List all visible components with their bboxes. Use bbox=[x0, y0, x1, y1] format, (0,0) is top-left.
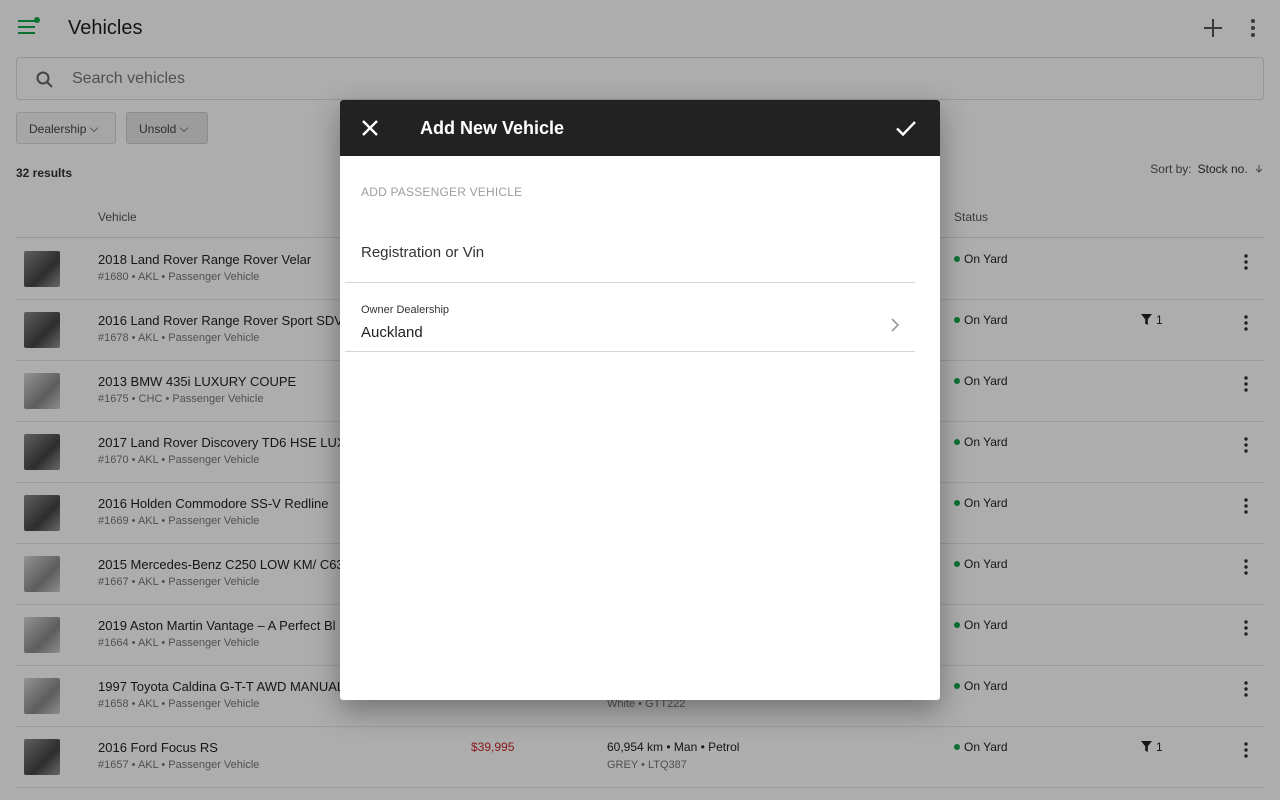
dialog-header: Add New Vehicle bbox=[340, 100, 940, 156]
section-label: ADD PASSENGER VEHICLE bbox=[361, 185, 523, 199]
registration-input[interactable] bbox=[361, 240, 901, 264]
check-icon[interactable] bbox=[894, 116, 918, 140]
dialog-title: Add New Vehicle bbox=[420, 118, 565, 138]
owner-dealership-label: Owner Dealership bbox=[361, 304, 450, 316]
registration-field bbox=[345, 232, 915, 283]
close-icon[interactable] bbox=[358, 116, 382, 140]
chevron-right-icon bbox=[888, 316, 902, 334]
owner-dealership-value: Auckland bbox=[361, 324, 423, 341]
add-vehicle-dialog: Add New Vehicle ADD PASSENGER VEHICLE Ow… bbox=[340, 100, 940, 700]
owner-dealership-select[interactable]: Owner Dealership Auckland bbox=[345, 296, 915, 352]
